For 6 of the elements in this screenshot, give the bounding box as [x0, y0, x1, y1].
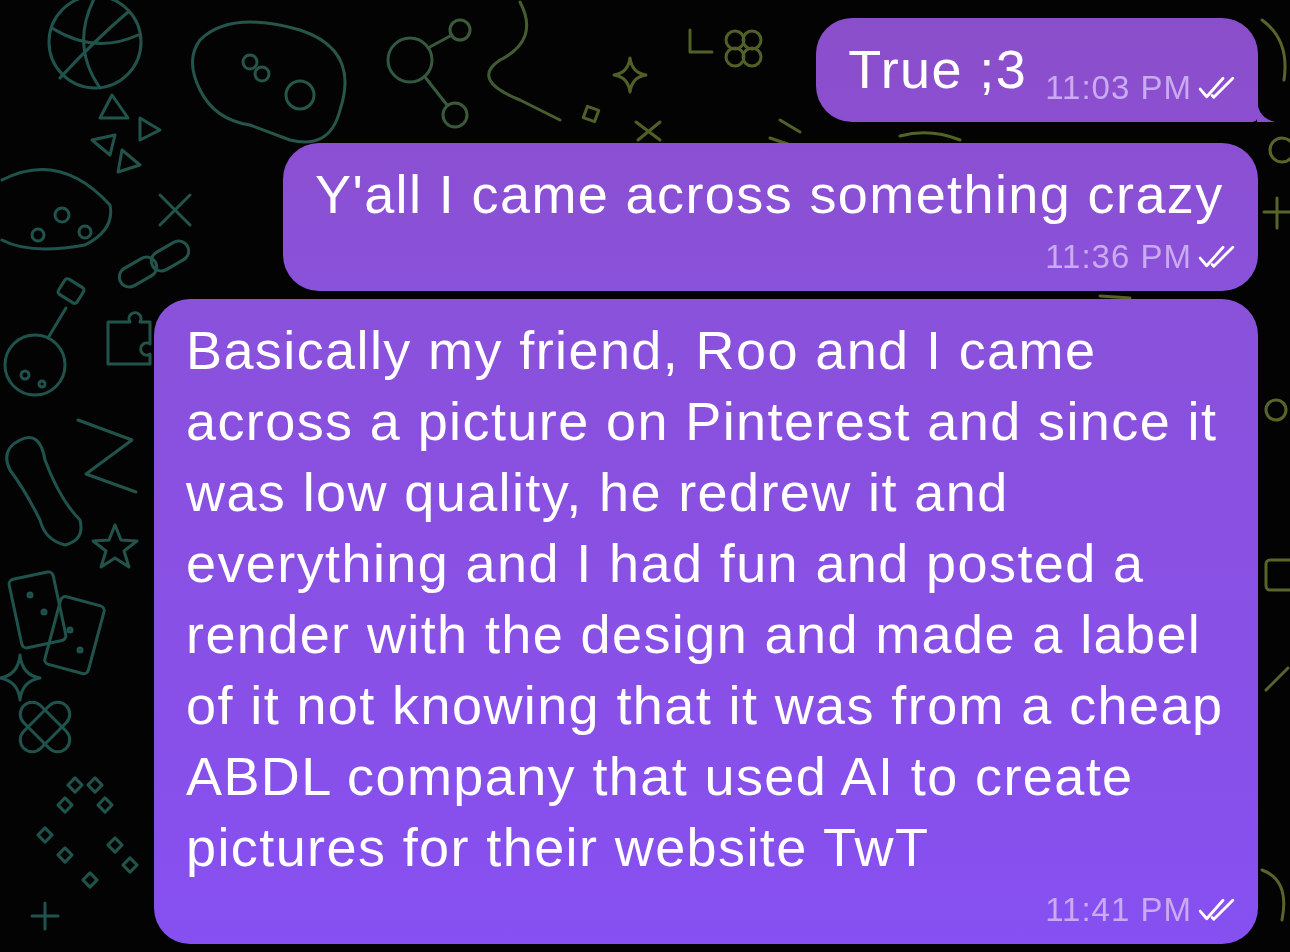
message-text: Y'all I came across something crazy [315, 163, 1225, 226]
message-time: 11:41 PM [1045, 893, 1192, 927]
message-text: Basically my friend, Roo and I came across a picture on Pinterest and since it was low quality, he redrew it and everything and I had fun and posted a render with the design and made a label of it not knowing that it was from a cheap ABDL company that used AI to create pictures for their website TwT [186, 319, 1225, 879]
message-time: 11:03 PM [1045, 71, 1192, 105]
message-text: True ;3 [848, 38, 1028, 101]
message-time: 11:36 PM [1045, 240, 1192, 274]
